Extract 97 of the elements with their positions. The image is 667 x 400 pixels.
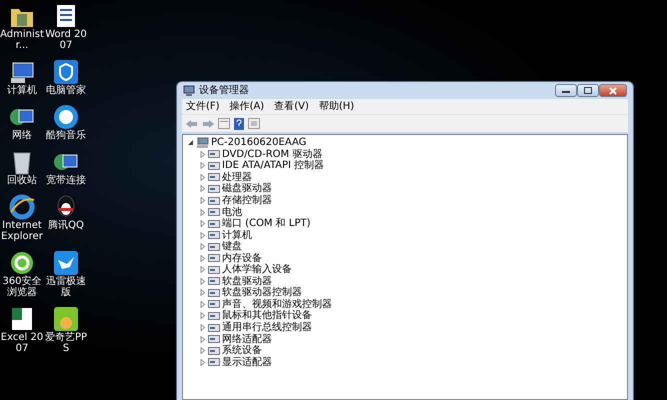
back-arrow-icon[interactable] xyxy=(186,118,198,128)
tree-item[interactable]: 键盘 xyxy=(222,241,242,252)
forward-arrow-icon[interactable] xyxy=(202,118,214,128)
desktop-icon-label[interactable]: 酷狗音乐 xyxy=(44,130,88,141)
tree-item[interactable]: 鼠标和其他指针设备 xyxy=(222,310,312,322)
device-icon xyxy=(208,276,220,286)
desktop-icon-label[interactable]: Internet Explorer xyxy=(0,220,44,242)
device-icon xyxy=(208,218,220,229)
computer-icon xyxy=(183,85,195,96)
device-icon xyxy=(208,172,220,182)
expand-arrow-icon[interactable] xyxy=(199,324,206,332)
bird-icon[interactable] xyxy=(53,250,79,276)
close-button[interactable] xyxy=(599,84,627,97)
tree-item[interactable]: 通用串行总线控制器 xyxy=(222,322,312,334)
expand-arrow-icon[interactable] xyxy=(199,278,206,285)
tree-item[interactable]: 声音、视频和游戏控制器 xyxy=(222,298,332,310)
desktop-icon-label[interactable]: 腾讯QQ xyxy=(44,220,88,231)
device-icon xyxy=(208,149,220,160)
device-icon xyxy=(208,196,220,206)
expand-arrow-icon[interactable] xyxy=(199,174,206,181)
expand-arrow-icon[interactable] xyxy=(199,220,206,228)
expand-arrow-icon[interactable] xyxy=(199,232,206,239)
tree-item[interactable]: 磁盘驱动器 xyxy=(222,183,272,194)
shield-icon[interactable] xyxy=(53,59,79,85)
desktop-icon-label[interactable]: 网络 xyxy=(0,130,44,141)
device-icon xyxy=(208,346,220,356)
menu-item[interactable]: 文件(F) xyxy=(182,100,224,113)
device-icon xyxy=(208,253,220,264)
expand-arrow-icon[interactable] xyxy=(199,254,206,262)
tree-item[interactable]: IDE ATA/ATAPI 控制器 xyxy=(222,160,324,172)
menu-item[interactable]: 查看(V) xyxy=(270,100,313,113)
computer-icon xyxy=(196,137,209,148)
tree-item[interactable]: 处理器 xyxy=(222,172,252,183)
globe-icon[interactable] xyxy=(9,194,35,220)
tree-item[interactable]: 人体学输入设备 xyxy=(222,264,292,276)
tree-item[interactable]: DVD/CD-ROM 驱动器 xyxy=(222,148,322,160)
music-icon[interactable] xyxy=(53,104,79,130)
device-icon xyxy=(208,322,220,333)
tree-item[interactable]: 内存设备 xyxy=(222,252,262,264)
device-icon xyxy=(208,230,220,240)
tree-item[interactable]: PC-20160620EAAG xyxy=(211,137,306,148)
device-icon xyxy=(208,160,220,171)
desktop-icon-label[interactable]: 360安全浏览器 xyxy=(0,276,44,298)
tree-item[interactable]: 软盘驱动器控制器 xyxy=(222,287,302,298)
expand-arrow-icon[interactable] xyxy=(199,197,206,204)
device-icon xyxy=(208,242,220,252)
expand-arrow-icon[interactable] xyxy=(199,185,206,192)
tree-item[interactable]: 存储控制器 xyxy=(222,195,272,206)
desktop-icon-label[interactable]: 回收站 xyxy=(0,175,44,186)
maximize-button[interactable] xyxy=(577,84,599,97)
collapse-arrow-icon[interactable] xyxy=(187,139,194,146)
expand-arrow-icon[interactable] xyxy=(199,150,206,158)
expand-arrow-icon[interactable] xyxy=(199,347,206,354)
desktop-icon-label[interactable]: 电脑管家 xyxy=(44,85,88,96)
globe-icon[interactable] xyxy=(9,250,35,276)
expand-arrow-icon[interactable] xyxy=(199,208,206,216)
properties-icon[interactable] xyxy=(218,118,230,129)
device-icon xyxy=(208,207,220,218)
tree-item[interactable]: 网络适配器 xyxy=(222,334,272,345)
close-icon xyxy=(609,86,617,94)
tree-item[interactable]: 端口 (COM 和 LPT) xyxy=(222,218,311,230)
minimize-button[interactable] xyxy=(555,84,577,97)
expand-arrow-icon[interactable] xyxy=(199,312,206,320)
expand-arrow-icon[interactable] xyxy=(199,162,206,170)
spreadsheet-icon[interactable] xyxy=(9,306,35,332)
expand-arrow-icon[interactable] xyxy=(199,336,206,343)
desktop-icon-label[interactable]: 迅雷极速版 xyxy=(44,276,88,298)
device-icon xyxy=(208,334,220,344)
device-icon xyxy=(208,310,220,321)
video-app-icon[interactable] xyxy=(53,306,79,332)
device-icon xyxy=(208,299,220,310)
menu-item[interactable]: 操作(A) xyxy=(226,100,268,113)
desktop-icon-label[interactable]: 计算机 xyxy=(0,85,44,96)
expand-arrow-icon[interactable] xyxy=(199,266,206,274)
desktop-icon-label[interactable]: 宽带连接 xyxy=(44,175,88,186)
maximize-icon xyxy=(584,87,592,94)
menu-item[interactable]: 帮助(H) xyxy=(314,100,358,113)
device-icon xyxy=(208,264,220,275)
tree-item[interactable]: 计算机 xyxy=(222,230,252,241)
window-title: 设备管理器 xyxy=(199,84,249,98)
expand-arrow-icon[interactable] xyxy=(199,289,206,296)
device-icon xyxy=(208,288,220,298)
tree-item[interactable]: 软盘驱动器 xyxy=(222,276,272,287)
help-icon[interactable] xyxy=(234,118,244,130)
desktop-icon-label[interactable]: Excel 2007 xyxy=(0,332,44,354)
desktop-icon-label[interactable]: Administr... xyxy=(0,29,44,51)
desktop-icon-label[interactable]: 爱奇艺PPS xyxy=(44,332,88,354)
expand-arrow-icon[interactable] xyxy=(199,243,206,250)
device-icon xyxy=(208,357,220,368)
expand-arrow-icon[interactable] xyxy=(199,358,206,366)
desktop-icon-label[interactable]: Word 2007 xyxy=(44,29,88,51)
tree-item[interactable]: 显示适配器 xyxy=(222,356,272,368)
expand-arrow-icon[interactable] xyxy=(199,300,206,308)
panel-icon[interactable] xyxy=(248,118,260,129)
device-icon xyxy=(208,184,220,194)
tree-item[interactable]: 电池 xyxy=(222,206,242,218)
tree-item[interactable]: 系统设备 xyxy=(222,345,262,356)
